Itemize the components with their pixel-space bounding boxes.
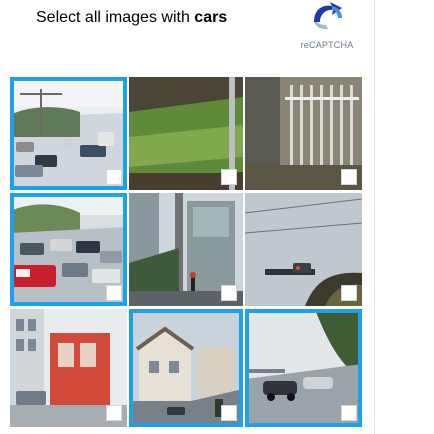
challenge-instructions: Select all images with cars [36,8,227,28]
checkbox-icon [221,405,237,421]
recaptcha-wordmark: reCAPTCHA [300,40,354,50]
grid-tile-r2c3[interactable] [245,193,362,306]
recaptcha-logo-icon [314,2,342,30]
checkbox-icon [106,285,122,301]
grid-tile-r1c3[interactable] [245,77,362,190]
grid-tile-r2c2[interactable] [129,193,243,306]
recaptcha-branding: reCAPTCHA [296,0,358,54]
captcha-frame: Select all images with cars reCAPTCHA [0,0,375,434]
grid-tile-r3c3[interactable] [245,309,362,427]
checkbox-icon [106,169,122,185]
checkbox-icon [221,285,237,301]
checkbox-icon [221,169,237,185]
prompt-target: cars [194,9,228,26]
grid-tile-r1c2[interactable] [129,77,243,190]
checkbox-icon [341,169,357,185]
checkbox-icon [341,405,357,421]
grid-tile-r2c1[interactable] [10,193,127,306]
grid-tile-r3c2[interactable] [129,309,243,427]
checkbox-icon [341,285,357,301]
grid-tile-r3c1[interactable] [10,309,127,427]
grid-tile-r1c1[interactable] [10,77,127,190]
checkbox-icon [106,405,122,421]
image-grid [10,77,362,427]
prompt-prefix: Select all images with [36,9,195,26]
